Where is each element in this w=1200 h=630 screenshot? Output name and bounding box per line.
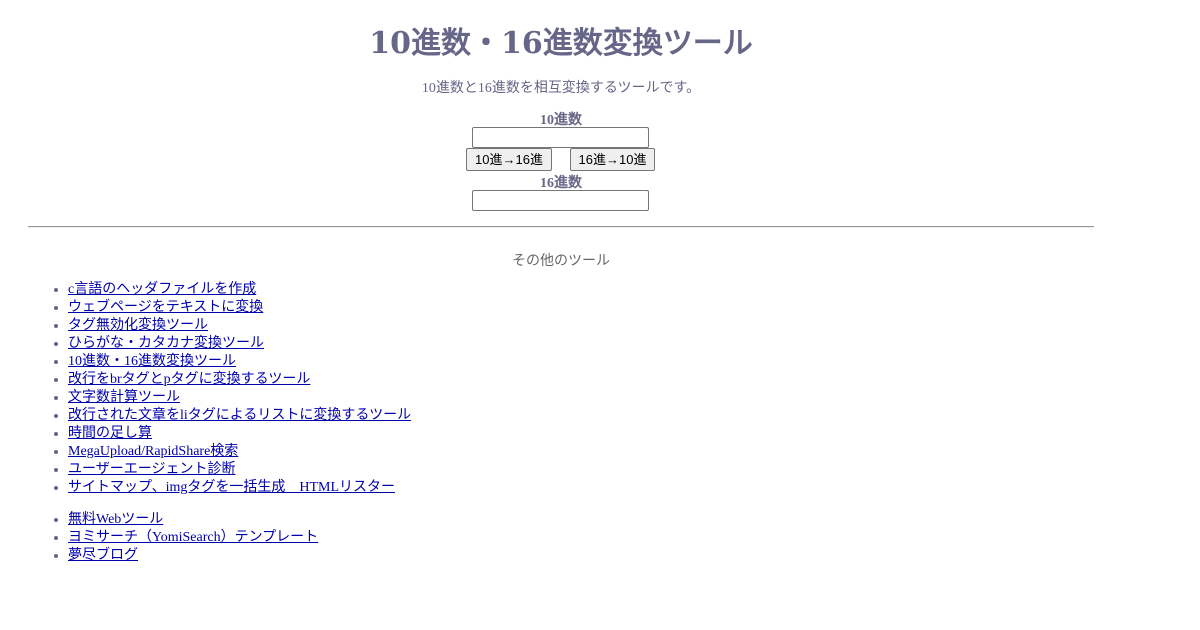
- list-item: 文字数計算ツール: [68, 389, 411, 407]
- list-item: 改行された文章をliタグによるリストに変換するツール: [68, 407, 411, 425]
- list-item: 無料Webツール: [68, 511, 318, 529]
- site-link[interactable]: 無料Webツール: [68, 512, 163, 527]
- tool-link[interactable]: ウェブページをテキストに変換: [68, 300, 263, 315]
- tool-link[interactable]: c言語のヘッダファイルを作成: [68, 282, 256, 297]
- tool-link[interactable]: 時間の足し算: [68, 426, 152, 441]
- hex-label: 16進数: [540, 176, 582, 191]
- tool-links-list: c言語のヘッダファイルを作成 ウェブページをテキストに変換 タグ無効化変換ツール…: [28, 281, 411, 497]
- list-item: MegaUpload/RapidShare検索: [68, 443, 411, 461]
- site-link[interactable]: ヨミサーチ（YomiSearch）テンプレート: [68, 530, 318, 545]
- tool-link[interactable]: ひらがな・カタカナ変換ツール: [68, 336, 264, 351]
- page: 10進数・16進数変換ツール 10進数と16進数を相互変換するツールです。 10…: [0, 0, 1200, 630]
- other-tools-heading: その他のツール: [512, 254, 610, 269]
- list-item: サイトマップ、imgタグを一括生成 HTMLリスター: [68, 479, 411, 497]
- list-item: 10進数・16進数変換ツール: [68, 353, 411, 371]
- list-item: 夢尽ブログ: [68, 547, 318, 565]
- hex-input[interactable]: [472, 190, 649, 211]
- list-item: ひらがな・カタカナ変換ツール: [68, 335, 411, 353]
- list-item: ウェブページをテキストに変換: [68, 299, 411, 317]
- tool-link[interactable]: タグ無効化変換ツール: [68, 318, 208, 333]
- list-item: タグ無効化変換ツール: [68, 317, 411, 335]
- list-item: 改行をbrタグとpタグに変換するツール: [68, 371, 411, 389]
- list-item: 時間の足し算: [68, 425, 411, 443]
- list-item: ヨミサーチ（YomiSearch）テンプレート: [68, 529, 318, 547]
- decimal-label: 10進数: [540, 113, 582, 128]
- site-links-list: 無料Webツール ヨミサーチ（YomiSearch）テンプレート 夢尽ブログ: [28, 511, 318, 565]
- dec-to-hex-button[interactable]: 10進→16進: [466, 148, 552, 171]
- tool-link[interactable]: 改行された文章をliタグによるリストに変換するツール: [68, 408, 411, 423]
- site-link[interactable]: 夢尽ブログ: [68, 548, 138, 563]
- list-item: ユーザーエージェント診断: [68, 461, 411, 479]
- tool-link[interactable]: 改行をbrタグとpタグに変換するツール: [68, 372, 310, 387]
- tool-link[interactable]: MegaUpload/RapidShare検索: [68, 444, 238, 459]
- tool-link[interactable]: サイトマップ、imgタグを一括生成 HTMLリスター: [68, 480, 395, 495]
- page-title: 10進数・16進数変換ツール: [369, 26, 753, 61]
- tool-link[interactable]: ユーザーエージェント診断: [68, 462, 235, 477]
- page-description: 10進数と16進数を相互変換するツールです。: [421, 81, 701, 96]
- divider: [28, 226, 1094, 228]
- list-item: c言語のヘッダファイルを作成: [68, 281, 411, 299]
- tool-link[interactable]: 10進数・16進数変換ツール: [68, 354, 236, 369]
- hex-to-dec-button[interactable]: 16進→10進: [570, 148, 655, 171]
- tool-link[interactable]: 文字数計算ツール: [68, 390, 180, 405]
- decimal-input[interactable]: [472, 127, 649, 148]
